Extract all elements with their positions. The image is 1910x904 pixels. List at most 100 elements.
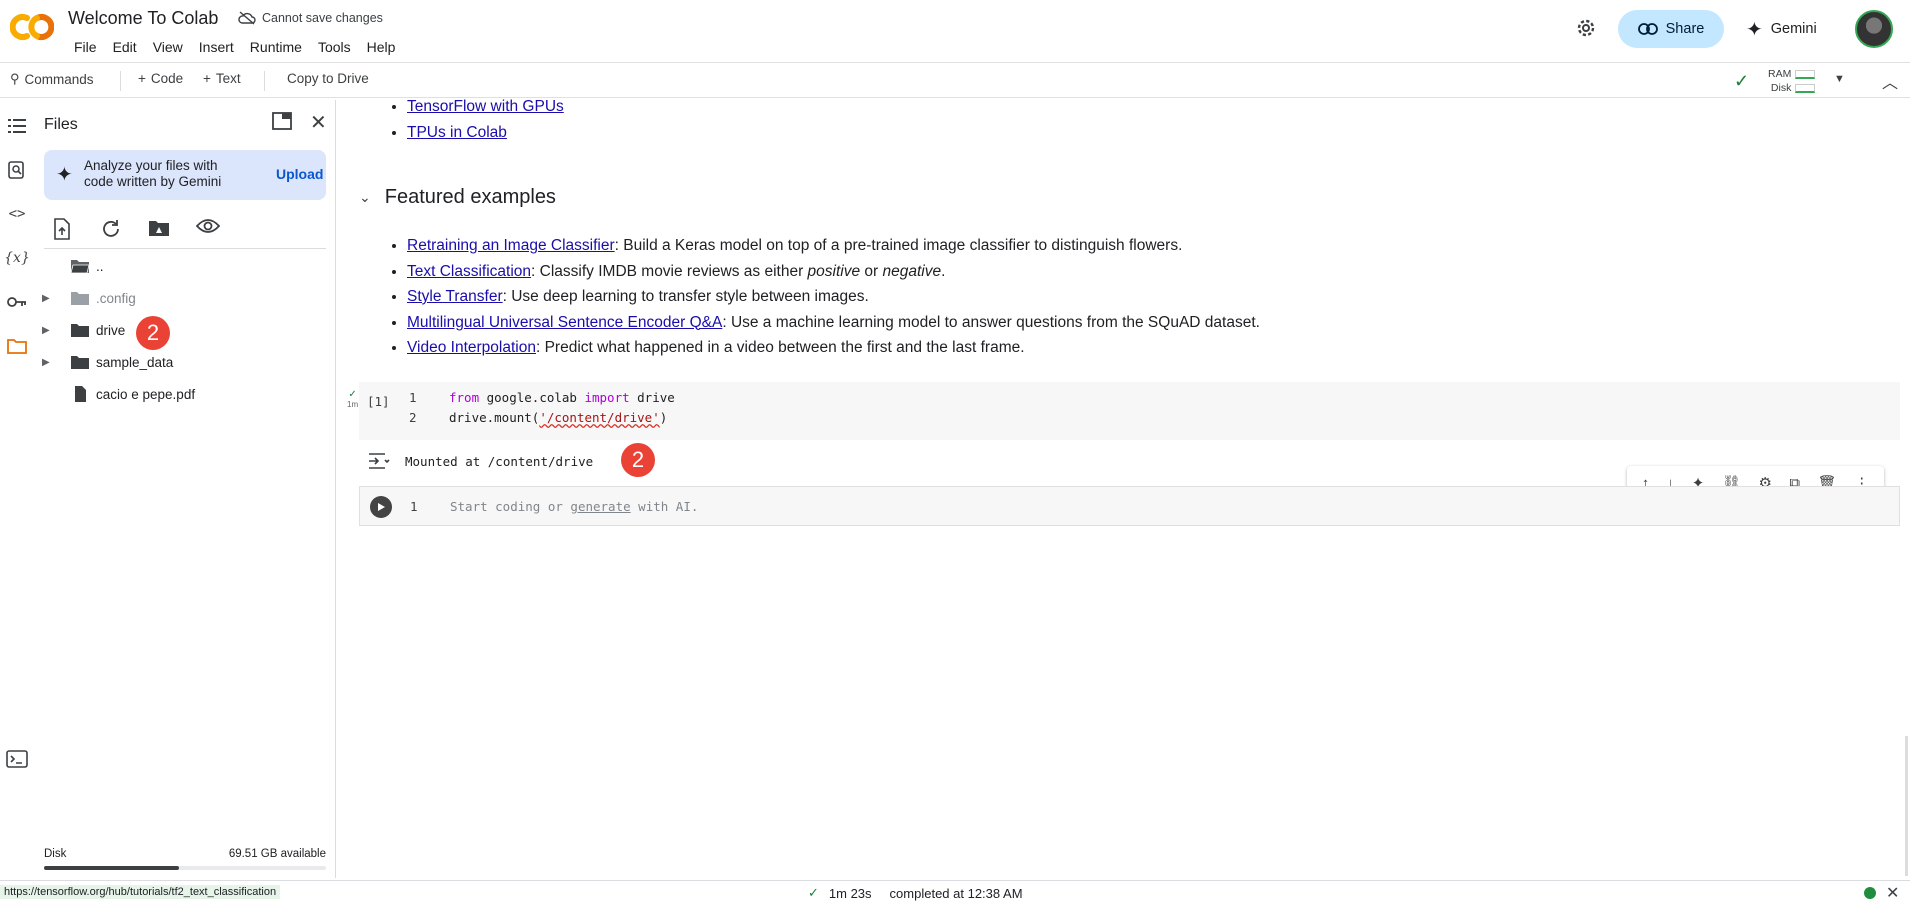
upload-file-icon[interactable] xyxy=(52,218,76,242)
show-hidden-files-icon[interactable] xyxy=(195,218,221,242)
list-item-text: : Predict what happened in a video betwe… xyxy=(535,339,1025,356)
commands-button[interactable]: ⚲ Commands xyxy=(10,71,94,87)
chevron-down-icon[interactable]: ⌄ xyxy=(359,189,371,206)
featured-heading-text: Featured examples xyxy=(384,186,556,208)
link-featured-4[interactable]: Multilingual Universal Sentence Encoder … xyxy=(407,314,722,331)
cloud-off-icon xyxy=(238,11,256,25)
code-cell-empty[interactable]: 1 Start coding or generate with AI. xyxy=(359,486,1900,526)
link-featured-2[interactable]: Text Classification xyxy=(407,263,531,280)
list-item: TensorFlow with GPUs xyxy=(407,94,564,120)
link-tpus-colab[interactable]: TPUs in Colab xyxy=(407,124,507,141)
expand-caret-icon[interactable]: ▶ xyxy=(42,325,56,336)
ram-disk-meter[interactable]: RAM Disk xyxy=(1768,67,1816,95)
list-item-text: or xyxy=(860,262,883,280)
exec-status: ✓ 1m xyxy=(347,390,358,410)
open-in-tab-icon[interactable] xyxy=(272,112,292,135)
code-keyword: from xyxy=(449,390,480,405)
link-icon xyxy=(1637,23,1658,35)
menu-file[interactable]: File xyxy=(66,37,105,57)
close-status-icon[interactable]: ✕ xyxy=(1886,883,1899,903)
gemini-button[interactable]: ✦ Gemini xyxy=(1746,14,1817,44)
mount-drive-icon[interactable] xyxy=(148,218,172,242)
menu-view[interactable]: View xyxy=(145,37,191,57)
file-row-sample-data[interactable]: ▶ sample_data xyxy=(34,349,324,375)
placeholder-text: with AI. xyxy=(630,499,699,514)
expand-caret-icon[interactable]: ▶ xyxy=(42,357,56,368)
list-item-text: : Build a Keras model on top of a pre-tr… xyxy=(614,237,1183,254)
secrets-key-icon[interactable] xyxy=(5,290,29,314)
run-cell-button[interactable] xyxy=(370,496,392,518)
file-name: sample_data xyxy=(96,354,174,370)
copy-to-drive-label: Copy to Drive xyxy=(287,71,369,86)
menu-tools[interactable]: Tools xyxy=(310,37,359,57)
add-code-label: Code xyxy=(150,71,184,86)
link-featured-3[interactable]: Style Transfer xyxy=(407,288,503,305)
list-item: TPUs in Colab xyxy=(407,120,564,146)
line-number: 1 xyxy=(409,390,417,405)
code-line-1: 1 from google.colab import drive xyxy=(409,390,675,405)
link-tensorflow-gpus[interactable]: TensorFlow with GPUs xyxy=(407,98,564,115)
menubar: File Edit View Insert Runtime Tools Help xyxy=(66,37,403,57)
colab-logo-icon[interactable] xyxy=(9,10,55,44)
list-item: Text Classification: Classify IMDB movie… xyxy=(407,259,1260,285)
upload-button[interactable]: Upload xyxy=(276,166,323,182)
file-row-config[interactable]: ▶ .config xyxy=(34,285,324,311)
featured-section-heading[interactable]: ⌄ Featured examples xyxy=(359,186,556,209)
file-list-divider xyxy=(44,248,326,249)
exec-check-icon: ✓ xyxy=(348,389,357,400)
list-item: Style Transfer: Use deep learning to tra… xyxy=(407,284,1260,310)
featured-list: Retraining an Image Classifier: Build a … xyxy=(337,233,1260,361)
files-folder-icon[interactable] xyxy=(5,334,29,358)
folder-icon xyxy=(71,324,89,337)
notebook-title[interactable]: Welcome To Colab xyxy=(68,8,218,29)
share-label: Share xyxy=(1665,21,1705,37)
terminal-icon[interactable] xyxy=(6,750,28,768)
settings-gear-icon[interactable] xyxy=(1574,16,1598,40)
output-text: Mounted at /content/drive xyxy=(405,453,594,469)
menu-insert[interactable]: Insert xyxy=(191,37,242,57)
output-actions-icon[interactable] xyxy=(367,452,391,470)
link-featured-1[interactable]: Retraining an Image Classifier xyxy=(407,237,615,254)
close-panel-icon[interactable]: ✕ xyxy=(310,110,327,135)
find-replace-icon[interactable] xyxy=(5,158,29,182)
execution-count: [1] xyxy=(367,394,390,409)
search-icon: ⚲ xyxy=(10,71,20,86)
runtime-dropdown-icon[interactable]: ▼ xyxy=(1834,73,1845,85)
list-item: Multilingual Universal Sentence Encoder … xyxy=(407,310,1260,336)
expand-caret-icon[interactable]: ▶ xyxy=(42,293,56,304)
menu-help[interactable]: Help xyxy=(359,37,404,57)
collapse-header-icon[interactable]: ︿ xyxy=(1882,69,1898,93)
refresh-icon[interactable] xyxy=(100,218,124,242)
scrollbar-track[interactable] xyxy=(1905,736,1908,876)
notebook-main: TensorFlow with GPUs TPUs in Colab ⌄ Fea… xyxy=(337,98,1910,878)
link-featured-5[interactable]: Video Interpolation xyxy=(407,339,536,356)
file-row-pdf[interactable]: cacio e pepe.pdf xyxy=(34,381,324,407)
add-code-button[interactable]: + Code xyxy=(138,71,183,86)
list-item-text: : Classify IMDB movie reviews as either xyxy=(531,262,808,280)
file-row-drive[interactable]: ▶ drive xyxy=(34,317,324,343)
list-item-emphasis: negative xyxy=(882,262,942,280)
list-item-text: . xyxy=(941,262,946,280)
code-placeholder: 1 Start coding or generate with AI. xyxy=(410,499,698,514)
copy-to-drive-button[interactable]: Copy to Drive xyxy=(287,71,369,86)
disk-usage-footer: Disk 69.51 GB available xyxy=(34,842,336,878)
connection-status-dot xyxy=(1864,887,1876,899)
table-of-contents-icon[interactable] xyxy=(5,114,29,138)
code-snippets-icon[interactable]: <> xyxy=(5,202,29,226)
file-row-parent[interactable]: .. xyxy=(34,253,324,279)
code-text: drive.mount( xyxy=(449,410,540,425)
save-status-text: Cannot save changes xyxy=(262,11,383,25)
line-number: 1 xyxy=(410,499,418,514)
code-cell-mount[interactable]: ✓ 1m [1] 1 from google.colab import drive… xyxy=(347,382,1900,440)
generate-link[interactable]: generate xyxy=(570,499,630,514)
user-avatar[interactable] xyxy=(1855,10,1893,48)
status-bar: https://tensorflow.org/hub/tutorials/tf2… xyxy=(0,880,1910,904)
execution-status[interactable]: ✓ 1m 23s completed at 12:38 AM xyxy=(808,885,1023,901)
menu-edit[interactable]: Edit xyxy=(105,37,145,57)
add-text-button[interactable]: + Text xyxy=(203,71,241,86)
annotation-badge: 2 xyxy=(621,443,655,477)
notebook-toolbar: ⚲ Commands + Code + Text Copy to Drive ✓… xyxy=(0,62,1910,98)
variables-icon[interactable]: {x} xyxy=(4,246,30,270)
menu-runtime[interactable]: Runtime xyxy=(242,37,310,57)
share-button[interactable]: Share xyxy=(1618,10,1724,48)
